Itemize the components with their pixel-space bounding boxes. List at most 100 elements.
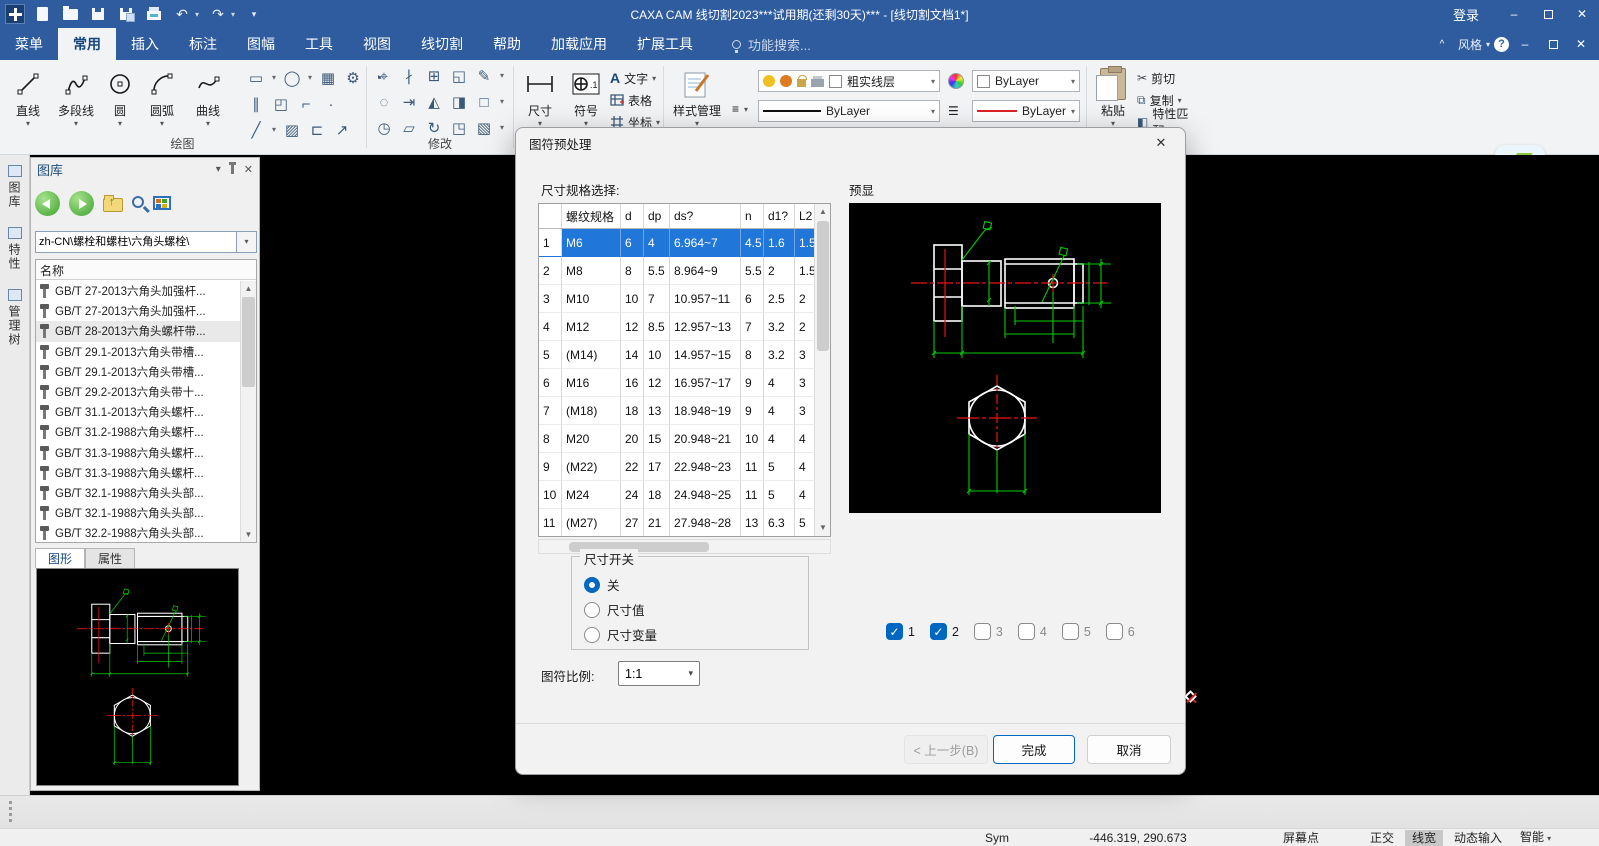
freeze-icon[interactable] [780,75,792,87]
modify-row-caret[interactable]: ▾ [497,71,507,80]
checkbox-icon[interactable] [1106,623,1123,640]
list-item[interactable]: GB/T 27-2013六角头加强杆... [36,301,240,321]
fill-icon[interactable]: ▦ [316,66,340,90]
list-item[interactable]: GB/T 28-2013六角头螺杆带... [36,321,240,341]
rectangle-icon-caret[interactable]: ▾ [269,73,279,82]
back-step-button[interactable]: < 上一步(B) [904,735,988,764]
list-item[interactable]: GB/T 29.2-2013六角头带十... [36,382,240,402]
array-icon[interactable]: ⊞ [422,64,446,88]
draw-button-圆弧[interactable]: 圆弧▾ [140,64,184,128]
list-item[interactable]: GB/T 31.2-1988六角头螺杆... [36,422,240,442]
list-item[interactable]: GB/T 32.1-1988六角头头部... [36,503,240,523]
redo-icon[interactable]: ↷ [209,5,227,23]
save-as-icon[interactable] [117,5,135,23]
view-mode-icon[interactable] [153,196,171,210]
table-row[interactable]: 7(M18)181318.948~19943 [539,397,830,425]
style-manager-button[interactable]: 样式管理▾ [668,64,726,128]
parallel-lines-icon[interactable]: ∥ [244,92,268,116]
table-row[interactable]: 10M24241824.948~251154 [539,481,830,509]
menu-tab-菜单[interactable]: 菜单 [0,28,58,60]
menu-tab-视图[interactable]: 视图 [348,28,406,60]
list-item[interactable]: GB/T 32.2-1988六角头头部... [36,523,240,542]
list-item[interactable]: GB/T 27-2013六角头加强杆... [36,281,240,301]
side-tab-管理树[interactable]: 管理树 [0,279,29,355]
table-row[interactable]: 2M885.58.964~95.521.5 [539,257,830,285]
checkbox-icon[interactable] [1018,623,1035,640]
view-checkbox-1[interactable]: ✓1 [886,623,915,640]
table-button[interactable]: 表格 [610,90,652,110]
checkbox-icon[interactable] [1062,623,1079,640]
app-icon[interactable] [5,4,25,24]
list-item[interactable]: GB/T 31.3-1988六角头螺杆... [36,443,240,463]
table-row[interactable]: 6M16161216.957~17943 [539,369,830,397]
new-file-icon[interactable] [33,5,51,23]
radio-icon[interactable] [584,627,600,643]
undo-icon[interactable]: ↶ [173,5,191,23]
table-row[interactable]: 8M20201520.948~211044 [539,425,830,453]
col-header[interactable]: ds? [670,204,741,228]
stretch-icon[interactable]: ◱ [447,64,471,88]
status-toggle-正交[interactable]: 正交 [1363,830,1401,846]
save-icon[interactable] [89,5,107,23]
view-checkbox-6[interactable]: 6 [1106,623,1135,640]
text-button[interactable]: A 文字▾ [610,68,656,88]
dialog-close-icon[interactable]: ✕ [1141,130,1181,156]
rectangle-icon[interactable]: ▭ [244,66,268,90]
list-item[interactable]: GB/T 29.1-2013六角头带槽... [36,342,240,362]
linetype-dropdown[interactable]: ByLayer ▾ [758,100,940,122]
lock-icon[interactable] [797,79,806,87]
command-grip[interactable] [9,801,13,823]
radio-icon[interactable] [584,602,600,618]
view-checkbox-2[interactable]: ✓2 [930,623,959,640]
draw-button-曲线[interactable]: 曲线▾ [186,64,230,128]
table-row[interactable]: 9(M22)221722.948~231154 [539,453,830,481]
cancel-button[interactable]: 取消 [1087,735,1171,764]
login-button[interactable]: 登录 [1435,5,1497,24]
checkbox-icon[interactable] [974,623,991,640]
view-checkbox-3[interactable]: 3 [974,623,1003,640]
list-item[interactable]: GB/T 31.3-1988六角头螺杆... [36,463,240,483]
collapse-ribbon-icon[interactable]: ^ [1430,28,1454,60]
lineweight-dropdown[interactable]: ByLayer ▾ [972,100,1080,122]
modify-row-caret[interactable]: ▾ [497,97,507,106]
side-tab-特性[interactable]: 特性 [0,217,29,279]
list-item[interactable]: GB/T 31.1-2013六角头螺杆... [36,402,240,422]
scale-dropdown[interactable]: 1:1 ▾ [618,661,700,686]
mirror-icon[interactable]: ◭ [422,90,446,114]
status-toggle-动态输入[interactable]: 动态输入 [1447,830,1509,846]
symbol-button[interactable]: .1 符号▾ [564,64,608,128]
library-close-icon[interactable]: ✕ [244,163,253,176]
table-row[interactable]: 3M1010710.957~1162.52 [539,285,830,313]
color-wheel-icon[interactable] [948,73,964,89]
side-tab-图库[interactable]: 图库 [0,155,29,217]
search-icon[interactable] [132,196,144,208]
checkbox-icon[interactable]: ✓ [886,623,903,640]
dimension-button[interactable]: 尺寸▾ [518,64,562,128]
formula-curve-icon[interactable]: ⌐ [294,92,318,116]
axis-line-icon-caret[interactable]: ▾ [269,125,279,134]
move-icon[interactable]: ⌖ [372,64,396,88]
doc-minimize-button[interactable]: – [1513,28,1537,60]
pin-icon[interactable] [231,165,234,174]
bulb-on-icon[interactable] [763,75,775,87]
menu-tab-帮助[interactable]: 帮助 [478,28,536,60]
back-button[interactable] [35,191,60,216]
command-area[interactable] [0,795,1599,828]
doc-restore-button[interactable] [1541,28,1565,60]
draw-button-直线[interactable]: 直线▾ [6,64,50,128]
modify-row-caret[interactable]: ▾ [497,123,507,132]
menu-tab-工具[interactable]: 工具 [290,28,348,60]
redo-caret-icon[interactable]: ▾ [231,10,235,19]
radio-icon[interactable] [584,577,600,593]
menu-tab-常用[interactable]: 常用 [58,28,116,60]
col-header[interactable]: d [621,204,644,228]
close-button[interactable]: ✕ [1565,0,1599,28]
radio-option-尺寸变量[interactable]: 尺寸变量 [584,625,657,644]
list-header[interactable]: 名称 [36,260,256,280]
menu-tab-加载应用[interactable]: 加载应用 [536,28,622,60]
table-row[interactable]: 4M12128.512.957~1373.22 [539,313,830,341]
view-checkbox-5[interactable]: 5 [1062,623,1091,640]
scroll-up-icon[interactable]: ▲ [241,281,256,296]
view-checkbox-4[interactable]: 4 [1018,623,1047,640]
menu-tab-线切割[interactable]: 线切割 [406,28,478,60]
